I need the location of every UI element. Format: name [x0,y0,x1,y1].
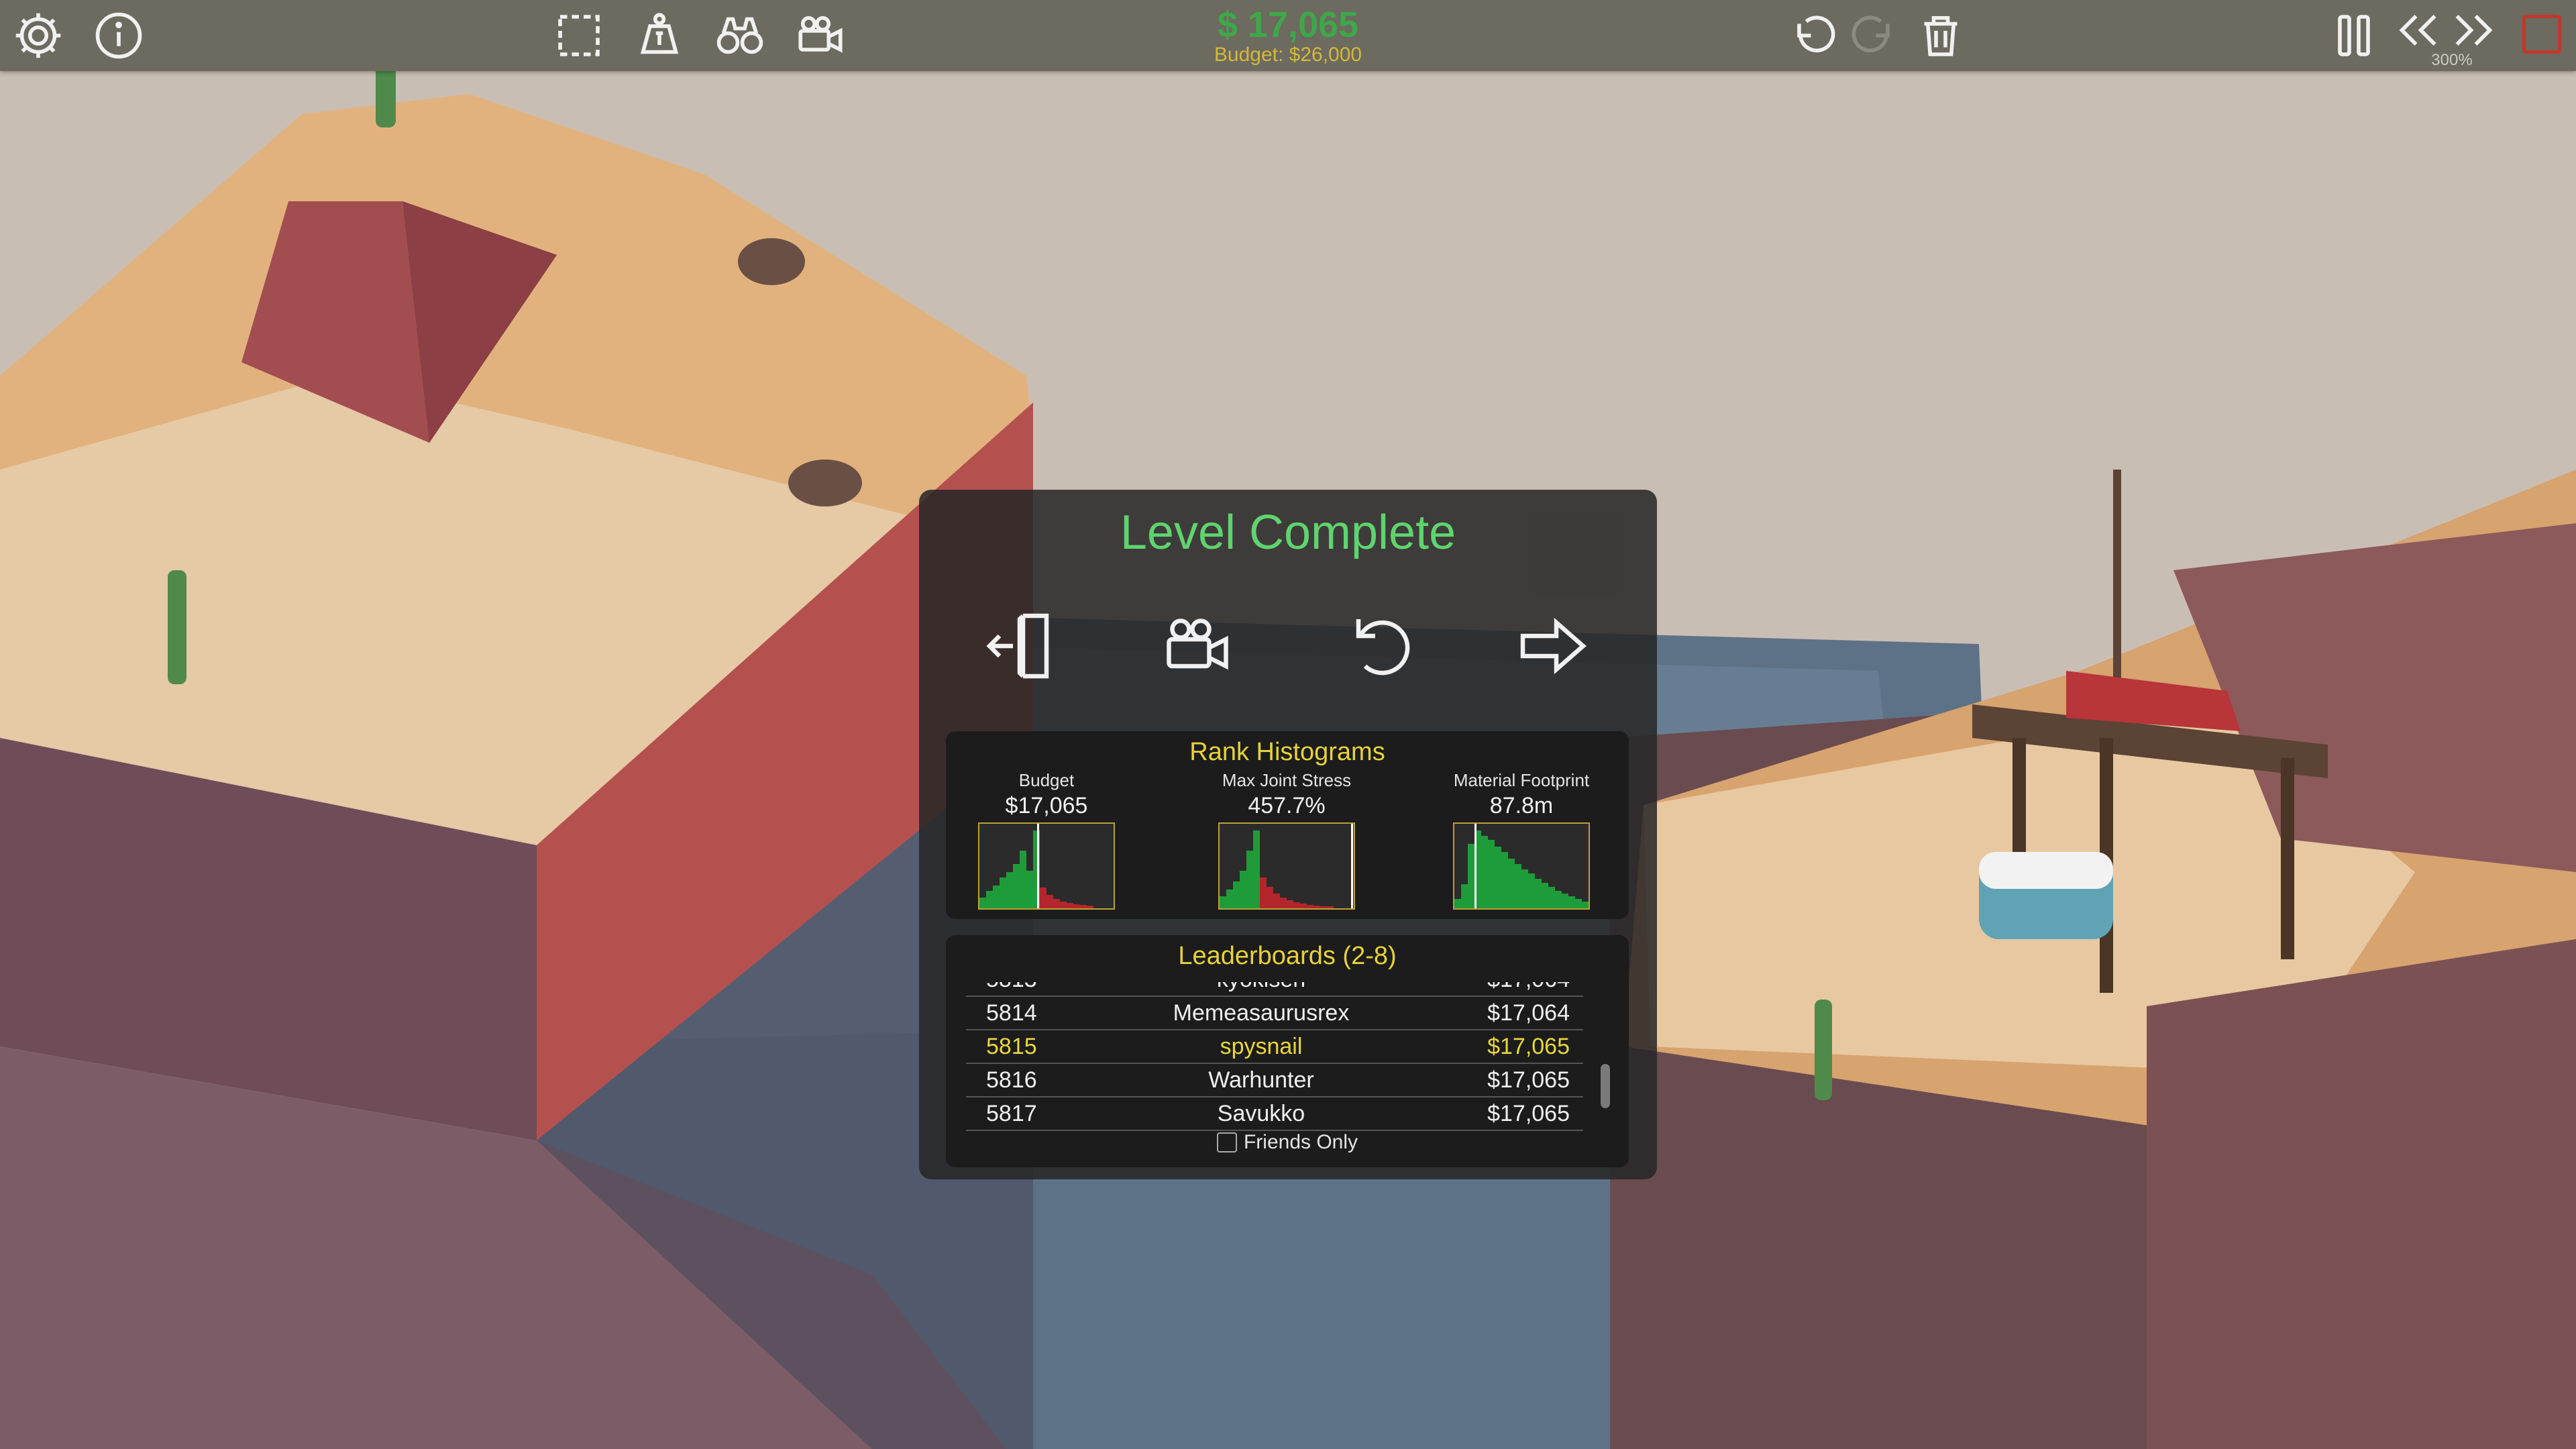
sim-speed-label: 300% [2431,51,2473,69]
cactus [1815,1000,1832,1100]
budget-label: Budget: $26,000 [1214,44,1362,66]
histogram-value: 457.7% [1248,793,1326,818]
histogram-chart [1453,822,1590,910]
histogram-label: Budget [1018,770,1075,790]
leaderboard-row: 5816 Warhunter $17,065 [966,1064,1583,1097]
retry-icon[interactable] [1335,602,1422,690]
record-icon[interactable] [2522,15,2561,54]
camel [788,460,862,506]
histogram-max-joint-stress: Max Joint Stress 457.7% [1186,769,1387,910]
gear-icon[interactable] [8,5,68,66]
trash-icon[interactable] [1911,5,1971,66]
binoculars-icon[interactable] [710,5,770,66]
top-toolbar: $ 17,065 Budget: $26,000 300% [0,0,2576,71]
next-arrow-icon[interactable] [1509,602,1597,690]
money-display: $ 17,065 [1217,5,1359,45]
select-box-icon[interactable] [549,5,609,66]
pause-icon[interactable] [2324,5,2384,66]
cactus [168,570,186,684]
leaderboard-title: Leaderboards (2-8) [1178,942,1397,970]
row-score: $17,065 [1487,1067,1570,1093]
row-player: kyokisen [1100,982,1422,996]
friends-only-checkbox[interactable] [1216,1132,1237,1152]
row-player: Memeasaurusrex [1173,1000,1350,1026]
level-complete-dialog: Level Complete Rank Histograms Budget $1… [919,490,1657,1179]
row-rank: 5817 [986,1101,1037,1126]
row-score: $17,064 [1487,982,1570,996]
rank-histograms-panel: Rank Histograms Budget $17,065 Max Joint… [946,731,1629,919]
histogram-value: 87.8m [1489,793,1554,818]
histogram-label: Material Footprint [1453,770,1590,790]
dialog-title: Level Complete [1120,506,1456,559]
camel [738,238,805,285]
leaderboard-panel: Leaderboards (2-8) 5813 kyokisen $17,064… [946,935,1629,1167]
friends-only-toggle[interactable]: Friends Only [946,1131,1629,1154]
exit-icon[interactable] [979,602,1067,690]
histogram-label: Max Joint Stress [1222,770,1352,790]
friends-only-checkbox-label[interactable]: Friends Only [1216,1131,1358,1153]
replay-camera-icon[interactable] [1154,602,1241,690]
row-player: Warhunter [1208,1067,1314,1093]
row-score: $17,064 [1487,1000,1570,1026]
leaderboard-row: 5814 Memeasaurusrex $17,064 [966,997,1583,1030]
row-rank: 5813 [986,982,1037,996]
windmill [2113,470,2121,711]
leaderboard-scrollbar[interactable] [1601,1064,1610,1108]
row-score: $17,065 [1487,1101,1570,1126]
friends-only-label: Friends Only [1243,1131,1358,1153]
row-score: $17,065 [1487,1034,1570,1059]
video-camera-icon[interactable] [790,5,851,66]
leaderboard-row-current-player: 5815 spysnail $17,065 [966,1030,1583,1064]
leaderboard-row: 5817 Savukko $17,065 [966,1097,1583,1131]
row-rank: 5815 [986,1034,1037,1059]
row-rank: 5814 [986,1000,1037,1026]
row-player: Savukko [1217,1101,1305,1126]
redo-icon[interactable] [1843,5,1904,66]
histogram-material-footprint: Material Footprint 87.8m [1421,769,1622,910]
weight-icon[interactable] [629,5,690,66]
histogram-chart [1218,822,1355,910]
row-rank: 5816 [986,1067,1037,1093]
undo-icon[interactable] [1783,5,1843,66]
histogram-budget: Budget $17,065 [946,769,1147,910]
leaderboard-row: 5813 kyokisen $17,064 [966,982,1583,997]
histograms-title: Rank Histograms [1189,738,1385,766]
row-player: spysnail [1220,1034,1303,1059]
histogram-chart [978,822,1115,910]
histogram-value: $17,065 [1005,793,1088,818]
info-icon[interactable] [89,5,149,66]
